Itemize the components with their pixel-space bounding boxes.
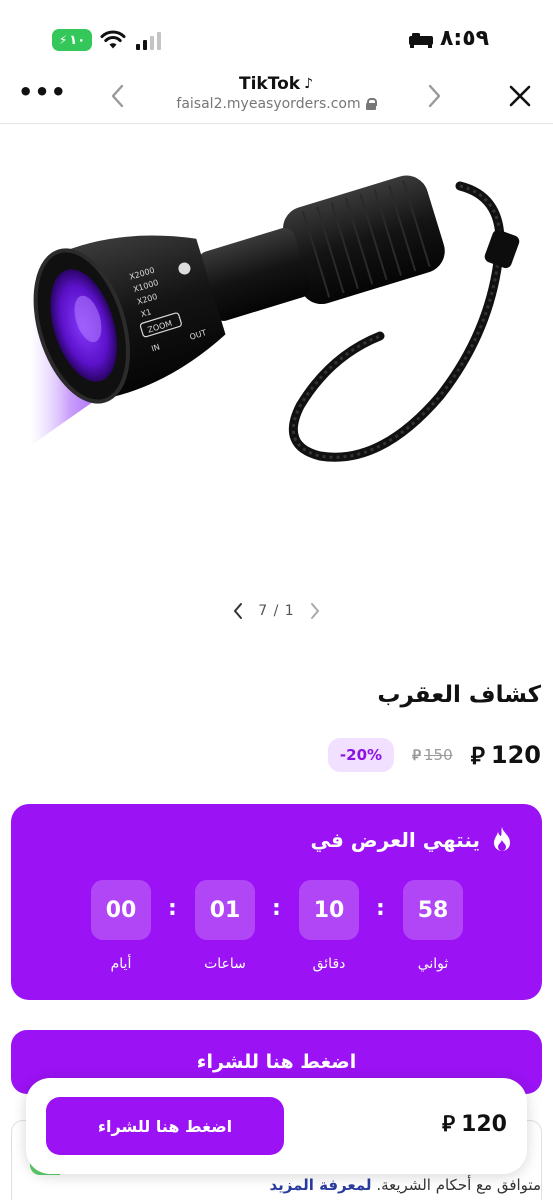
offer-countdown: ينتهي العرض في 58 ثواني : 10 دقائق : 01 … [11,804,542,1000]
countdown-title: ينتهي العرض في [310,828,480,852]
countdown-days-label: أيام [110,956,132,972]
countdown-seconds: 58 ثواني [403,880,463,972]
close-icon[interactable] [508,84,532,108]
floating-buy-button[interactable]: اضغط هنا للشراء [46,1097,284,1155]
chevron-left-icon[interactable] [232,601,244,621]
car-icon [409,33,433,48]
countdown-minutes-label: دقائق [312,956,346,972]
old-price: ⃁ 150 [412,746,453,765]
wifi-icon [100,30,126,49]
old-price-value: 150 [423,746,453,764]
product-title: كشاف العقرب [377,682,541,708]
riyal-currency-icon: ⃁ [470,741,485,770]
lock-icon [365,98,377,110]
countdown-hours-value: 01 [195,880,255,940]
countdown-minutes-value: 10 [299,880,359,940]
discount-badge: -20% [327,738,395,772]
more-icon[interactable]: ••• [18,80,67,104]
floating-price: ⃁ 120 [442,1110,507,1138]
countdown-days-value: 00 [91,880,151,940]
floating-price-value: 120 [461,1111,507,1137]
countdown-seconds-label: ثواني [417,956,449,972]
fire-icon [494,827,510,851]
countdown-separator: : [168,896,177,921]
countdown-separator: : [376,896,385,921]
forward-icon[interactable] [424,82,444,110]
page-title-block: TikTok ♪ faisal2.myeasyorders.com [140,74,412,112]
current-price-value: 120 [490,741,541,769]
product-image[interactable]: X2000 X1000 X200 X1 ZOOM IN OUT [0,126,553,596]
browser-header: ••• TikTok ♪ faisal2.myeasyorders.com [0,72,553,124]
battery-level: ١٠ [69,32,86,48]
countdown-days: 00 أيام [91,880,151,972]
countdown-separator: : [272,896,281,921]
tiktok-icon: ♪ [304,76,313,92]
back-icon[interactable] [108,82,128,110]
countdown-header: ينتهي العرض في [310,826,514,854]
site-url[interactable]: faisal2.myeasyorders.com [140,96,412,112]
battery-charging-icon: ⚡ ١٠ [52,29,92,51]
site-url-text: faisal2.myeasyorders.com [176,96,361,112]
image-carousel: 7 / 1 [0,598,553,624]
status-time: ٨:٥٩ [440,26,490,51]
learn-more-link[interactable]: لمعرفة المزيد [269,1176,371,1194]
price-row: ⃁ 120 ⃁ 150 -20% [327,738,541,772]
chevron-right-icon[interactable] [309,601,321,621]
countdown-hours-label: ساعات [204,956,246,972]
riyal-currency-icon-old: ⃁ [412,745,421,764]
current-price: ⃁ 120 [471,740,541,771]
countdown-timer: 58 ثواني : 10 دقائق : 01 ساعات : 00 أيام [91,880,463,972]
status-bar: ⚡ ١٠ ٨:٥٩ [0,0,553,72]
sharia-terms-text: متوافق مع أحكام الشريعة. [376,1176,541,1194]
carousel-counter: 7 / 1 [258,603,295,619]
signal-icon [136,32,162,50]
countdown-seconds-value: 58 [403,880,463,940]
countdown-minutes: 10 دقائق [299,880,359,972]
sharia-terms: متوافق مع أحكام الشريعة. لمعرفة المزيد [269,1176,541,1194]
site-title: TikTok ♪ [239,74,313,94]
floating-purchase-bar: ⃁ 120 اضغط هنا للشراء [26,1078,527,1174]
riyal-currency-icon-float: ⃁ [441,1112,456,1137]
countdown-hours: 01 ساعات [195,880,255,972]
site-title-text: TikTok [239,74,301,94]
